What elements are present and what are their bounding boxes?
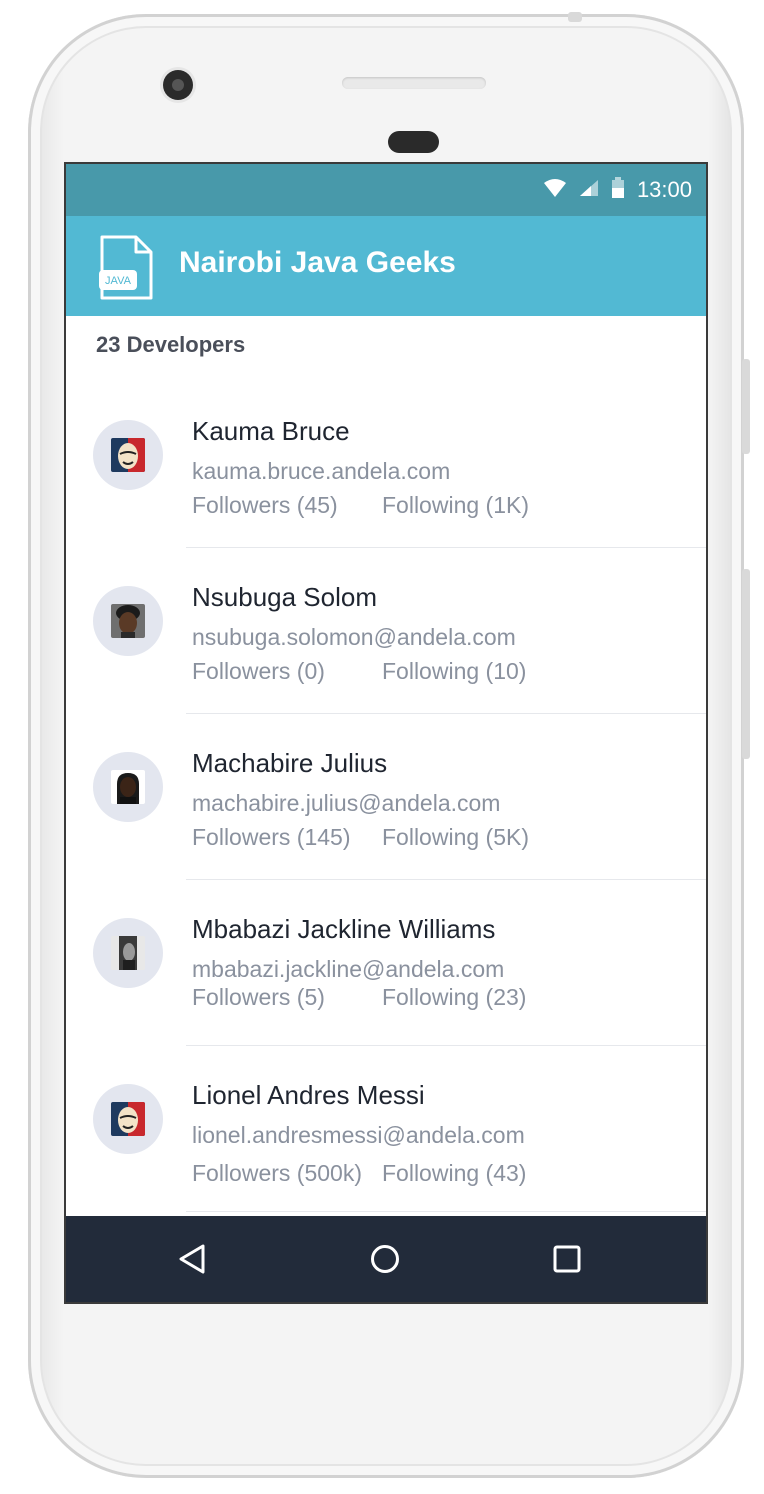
developer-name: Mbabazi Jackline Williams <box>192 914 496 944</box>
list-item[interactable]: Machabire Julius machabire.julius@andela… <box>66 714 706 880</box>
earpiece-speaker <box>342 77 486 89</box>
status-bar: 13:00 <box>66 164 706 216</box>
followers-count: Followers (0) <box>192 658 325 684</box>
portrait-avatar-icon <box>111 936 145 970</box>
followers-count: Followers (45) <box>192 492 338 518</box>
developer-email: nsubuga.solomon@andela.com <box>192 624 516 650</box>
followers-count: Followers (145) <box>192 824 351 850</box>
developer-email: mbabazi.jackline@andela.com <box>192 956 505 982</box>
divider <box>186 1211 706 1212</box>
mask-avatar-icon <box>111 1102 145 1136</box>
followers-count: Followers (5) <box>192 984 325 1010</box>
signal-icon <box>579 179 599 202</box>
following-count: Following (10) <box>382 658 527 684</box>
portrait-avatar-icon <box>111 770 145 804</box>
following-count: Following (5K) <box>382 824 529 850</box>
power-button <box>742 359 750 454</box>
list-item[interactable]: Lionel Andres Messi lionel.andresmessi@a… <box>66 1046 706 1212</box>
developer-name: Nsubuga Solom <box>192 582 377 612</box>
front-camera <box>163 70 193 100</box>
developer-email: lionel.andresmessi@andela.com <box>192 1122 525 1148</box>
phone-screen: 13:00 JAVA Nairobi Java Geeks 23 Develop… <box>64 162 708 1304</box>
developer-email: machabire.julius@andela.com <box>192 790 501 816</box>
portrait-avatar-icon <box>111 604 145 638</box>
recents-square-icon[interactable] <box>547 1239 587 1279</box>
developer-list: Kauma Bruce kauma.bruce.andela.com Follo… <box>66 382 706 1212</box>
developer-name: Machabire Julius <box>192 748 388 778</box>
navigation-bar <box>66 1216 706 1302</box>
developer-count: 23 Developers <box>96 332 246 357</box>
app-bar: JAVA Nairobi Java Geeks <box>66 216 706 316</box>
list-item[interactable]: Mbabazi Jackline Williams mbabazi.jackli… <box>66 880 706 1046</box>
java-logo-text: JAVA <box>105 275 132 287</box>
java-file-icon: JAVA <box>98 234 154 307</box>
avatar <box>93 586 163 656</box>
developer-name: Kauma Bruce <box>192 416 350 446</box>
followers-count: Followers (500k) <box>192 1160 362 1186</box>
list-item[interactable]: Kauma Bruce kauma.bruce.andela.com Follo… <box>66 382 706 548</box>
developer-email: kauma.bruce.andela.com <box>192 458 451 484</box>
list-item[interactable]: Nsubuga Solom nsubuga.solomon@andela.com… <box>66 548 706 714</box>
status-time: 13:00 <box>636 177 692 202</box>
home-circle-icon[interactable] <box>365 1239 405 1279</box>
top-notch <box>568 12 582 22</box>
avatar <box>93 420 163 490</box>
avatar <box>93 1084 163 1154</box>
following-count: Following (23) <box>382 984 527 1010</box>
avatar <box>93 752 163 822</box>
app-title: Nairobi Java Geeks <box>179 246 456 279</box>
following-count: Following (43) <box>382 1160 527 1186</box>
volume-button <box>742 569 750 759</box>
avatar <box>93 918 163 988</box>
mask-avatar-icon <box>111 438 145 472</box>
proximity-sensor <box>388 131 439 153</box>
back-triangle-icon[interactable] <box>172 1239 212 1279</box>
battery-icon <box>611 176 625 204</box>
following-count: Following (1K) <box>382 492 529 518</box>
developer-name: Lionel Andres Messi <box>192 1080 425 1110</box>
wifi-icon <box>543 178 567 203</box>
